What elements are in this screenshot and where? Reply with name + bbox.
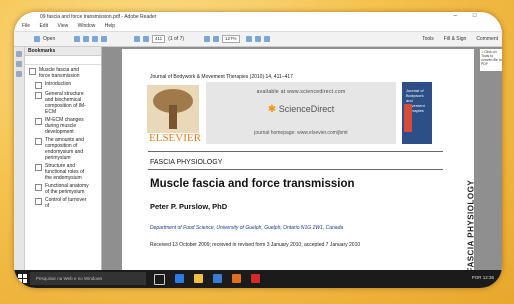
sciencedirect-star-icon: ✱ (267, 104, 277, 115)
file-explorer-icon[interactable] (194, 274, 203, 283)
fit-page-icon[interactable] (245, 36, 252, 42)
sciencedirect-banner: available at www.sciencedirect.com ✱ Sci… (206, 82, 396, 144)
page-nav: 411 (1 of 7) (134, 35, 184, 43)
bookmark-page-icon (35, 92, 42, 99)
received-dates: Received 13 October 2009; received in re… (150, 242, 361, 248)
sciencedirect-logo: ✱ ScienceDirect (267, 104, 335, 115)
maximize-button[interactable]: □ (473, 13, 477, 19)
journal-cover: Journal of Bodywork and Movement Therapi… (402, 82, 432, 144)
bookmark-page-icon (35, 164, 42, 171)
tool-icons (74, 35, 110, 43)
windows-start-icon[interactable] (18, 274, 27, 283)
bookmark-page-icon (35, 82, 42, 89)
window-controls: – □ × (454, 13, 496, 19)
title-bar: 09 fascia and force transmission.pdf - A… (14, 12, 502, 22)
folder-icon (34, 36, 40, 42)
section-label: FASCIA PHYSIOLOGY (150, 159, 223, 166)
divider (148, 169, 443, 170)
elsevier-logo-tree (147, 85, 199, 133)
journal-citation: Journal of Bodywork & Movement Therapies… (150, 74, 293, 80)
publisher-logo-text: ELSEVIER (149, 132, 201, 144)
document-area: Journal of Bodywork & Movement Therapies… (102, 47, 502, 270)
toolbar-right-links: Tools Fill & Sign Comment (422, 36, 498, 42)
bookmark-item[interactable]: Muscle fascia and force transmission (29, 67, 99, 79)
bookmark-page-icon (35, 138, 42, 145)
menu-help[interactable]: Help (105, 23, 115, 29)
bookmark-page-icon (35, 198, 42, 205)
menu-view[interactable]: View (57, 23, 68, 29)
close-button[interactable]: × (492, 13, 496, 19)
page-count: (1 of 7) (168, 36, 185, 42)
cover-stripe (404, 104, 412, 132)
menu-edit[interactable]: Edit (39, 23, 48, 29)
window-title: 09 fascia and force transmission.pdf - A… (40, 14, 157, 20)
open-button[interactable]: Open (34, 35, 55, 43)
store-icon[interactable] (213, 274, 222, 283)
zoom-in-icon[interactable] (213, 36, 219, 42)
author-affiliation: Department of Food Science, University o… (150, 225, 344, 231)
vertical-section-label: FASCIA PHYSIOLOGY (466, 179, 476, 270)
save-icon[interactable] (83, 36, 89, 42)
create-icon[interactable] (74, 36, 80, 42)
taskbar-search-input[interactable]: Pesquisar na Web e no Windows (30, 272, 146, 285)
bookmarks-header: Bookmarks (25, 47, 101, 56)
bookmark-item[interactable]: General structure and biochemical compos… (29, 91, 99, 115)
bookmark-item[interactable]: IM-ECM changes during muscle development (29, 117, 99, 135)
bookmarks-panel: Bookmarks Muscle fascia and force transm… (25, 47, 102, 270)
zoom-input[interactable]: 127% (222, 35, 240, 43)
print-icon[interactable] (92, 36, 98, 42)
comment-link[interactable]: Comment (476, 36, 498, 42)
taskbar: Pesquisar na Web e no Windows POR 12:36 (14, 270, 502, 288)
app-icon[interactable] (232, 274, 241, 283)
bookmarks-icon[interactable] (16, 61, 22, 67)
help-tooltip: ● Click on Tools to convert file to PDF (480, 49, 502, 71)
menu-window[interactable]: Window (78, 23, 96, 29)
bookmark-page-icon (29, 68, 36, 75)
bookmark-list: Muscle fascia and force transmission Int… (25, 65, 101, 209)
fill-sign-link[interactable]: Fill & Sign (444, 36, 467, 42)
adobe-reader-icon[interactable] (251, 274, 260, 283)
bookmark-item[interactable]: Structure and functional roles of the en… (29, 163, 99, 181)
zoom-out-icon[interactable] (204, 36, 210, 42)
availability-text: available at www.sciencedirect.com (256, 89, 346, 95)
bookmark-item[interactable]: The amounts and composition of endomysiu… (29, 137, 99, 161)
tools-link[interactable]: Tools (422, 36, 434, 42)
bookmark-page-icon (35, 184, 42, 191)
journal-homepage: journal homepage: www.elsevier.com/jbmt (254, 130, 348, 136)
email-icon[interactable] (101, 36, 107, 42)
menu-file[interactable]: File (22, 23, 30, 29)
sign-icon[interactable] (263, 36, 270, 42)
zoom-controls: 127% (204, 35, 273, 43)
bookmark-item[interactable]: Functional anatomy of the perimysium (29, 183, 99, 195)
prev-page-icon[interactable] (134, 36, 140, 42)
article-title: Muscle fascia and force transmission (150, 178, 355, 190)
bookmark-page-icon (35, 118, 42, 125)
next-page-icon[interactable] (143, 36, 149, 42)
menu-bar: File Edit View Window Help (14, 22, 502, 32)
attachments-icon[interactable] (16, 71, 22, 77)
divider (148, 151, 443, 152)
pdf-page: Journal of Bodywork & Movement Therapies… (122, 49, 476, 270)
toolbar: Open 411 (1 of 7) 127% Tools Fill & Sign… (14, 32, 502, 47)
minimize-button[interactable]: – (454, 13, 457, 19)
app-window: 09 fascia and force transmission.pdf - A… (14, 12, 502, 288)
system-tray[interactable]: POR 12:36 (472, 275, 494, 280)
navigation-pane-icons (14, 47, 25, 270)
edge-icon[interactable] (175, 274, 184, 283)
bookmark-item[interactable]: Control of turnover of (29, 197, 99, 209)
task-view-icon[interactable] (154, 274, 165, 285)
page-number-input[interactable]: 411 (152, 35, 166, 43)
comment-icon[interactable] (254, 36, 261, 42)
taskbar-apps (154, 274, 260, 285)
tree-trunk (169, 105, 177, 129)
bookmarks-toolbar (25, 56, 101, 65)
page-thumbnails-icon[interactable] (16, 51, 22, 57)
bookmark-item[interactable]: Introduction (29, 81, 99, 89)
article-author: Peter P. Purslow, PhD (150, 202, 228, 211)
